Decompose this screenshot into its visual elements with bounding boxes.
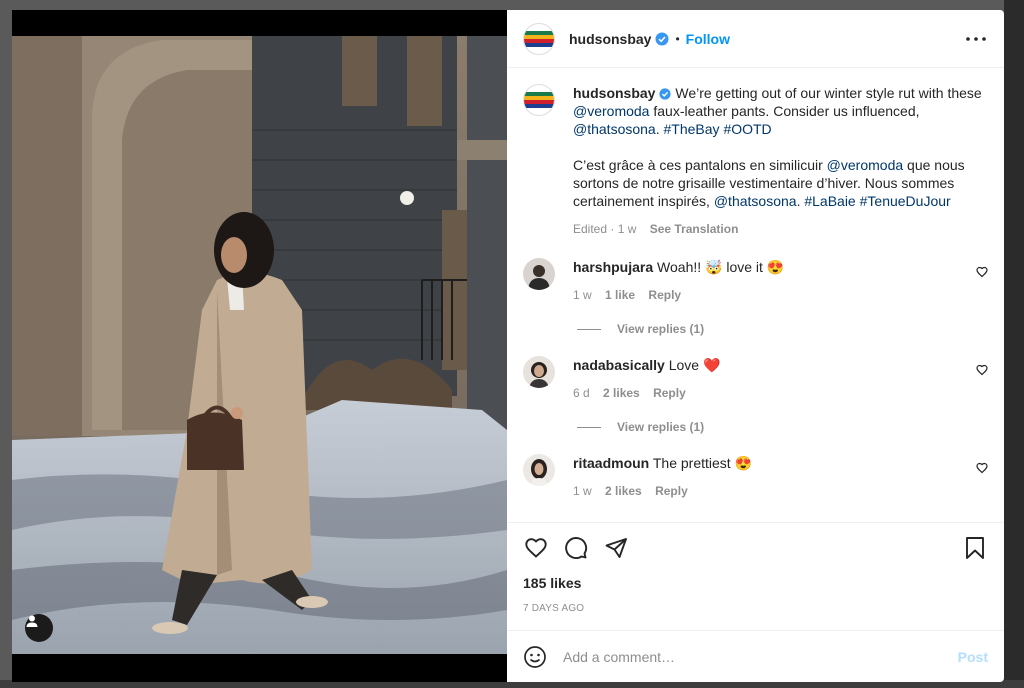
mention-link[interactable]: @thatsosona bbox=[714, 193, 797, 209]
view-replies-button[interactable]: View replies (1) bbox=[577, 420, 988, 434]
comment: ritaadmoun The prettiest 😍 1 w 2 likes R… bbox=[523, 454, 988, 500]
mention-link[interactable]: @veromoda bbox=[827, 157, 903, 173]
mention-link[interactable]: @thatsosona bbox=[573, 121, 656, 137]
reply-button[interactable]: Reply bbox=[653, 386, 686, 400]
user-icon bbox=[26, 615, 38, 627]
comment-content: harshpujara Woah!! 🤯 love it 😍 1 w 1 lik… bbox=[573, 258, 988, 304]
post-timestamp: 7 DAYS AGO bbox=[523, 603, 585, 614]
follow-button[interactable]: Follow bbox=[686, 31, 730, 47]
caption-avatar[interactable] bbox=[523, 84, 555, 116]
post-actions: 185 likes 7 DAYS AGO bbox=[507, 522, 1004, 630]
post-photo[interactable] bbox=[12, 10, 507, 682]
comment-button[interactable] bbox=[563, 535, 589, 561]
reply-button[interactable]: Reply bbox=[655, 484, 688, 498]
caption-content: hudsonsbay We’re getting out of our wint… bbox=[573, 84, 988, 238]
edited-time: Edited · 1 w bbox=[573, 222, 637, 236]
comment-meta: 6 d 2 likes Reply bbox=[573, 384, 988, 402]
more-horizontal-icon bbox=[966, 36, 986, 41]
comment-username[interactable]: nadabasically bbox=[573, 357, 665, 373]
tagged-users-button[interactable] bbox=[25, 614, 53, 642]
comment-username[interactable]: harshpujara bbox=[573, 259, 653, 275]
comment-username[interactable]: ritaadmoun bbox=[573, 455, 649, 471]
comment-input[interactable] bbox=[561, 647, 958, 666]
caption-text: . bbox=[655, 121, 664, 137]
comments-scroll-area[interactable]: hudsonsbay We’re getting out of our wint… bbox=[507, 68, 1004, 522]
comment-text: Love ❤️ bbox=[664, 357, 721, 373]
commenter-avatar[interactable] bbox=[523, 258, 555, 290]
add-comment-bar: Post bbox=[507, 630, 1004, 682]
post-details-panel: hudsonsbay • Follow hudsonsbay We’re get… bbox=[507, 10, 1004, 682]
header-separator: • bbox=[675, 31, 680, 46]
caption-text: C’est grâce à ces pantalons en similicui… bbox=[573, 157, 827, 173]
caption-text: faux-leather pants. Consider us influenc… bbox=[649, 103, 920, 119]
view-replies-label: View replies (1) bbox=[617, 322, 705, 336]
mention-link[interactable]: @veromoda bbox=[573, 103, 649, 119]
comment-time: 6 d bbox=[573, 386, 590, 400]
comment-like-heart-icon[interactable] bbox=[976, 266, 988, 278]
caption-paragraph-french: C’est grâce à ces pantalons en similicui… bbox=[573, 156, 988, 210]
see-translation-button[interactable]: See Translation bbox=[650, 222, 739, 236]
comment-meta: 1 w 1 like Reply bbox=[573, 286, 988, 304]
avatar-image bbox=[528, 265, 550, 290]
comment: nadabasically Love ❤️ 6 d 2 likes Reply bbox=[523, 356, 988, 402]
bookmark-icon bbox=[966, 537, 984, 559]
background-page bbox=[1004, 0, 1024, 688]
send-icon bbox=[605, 538, 627, 558]
header-username[interactable]: hudsonsbay bbox=[569, 31, 651, 47]
caption-meta: Edited · 1 w See Translation bbox=[573, 220, 988, 238]
verified-icon bbox=[659, 88, 672, 100]
avatar-image bbox=[530, 459, 548, 486]
post-header: hudsonsbay • Follow bbox=[507, 10, 1004, 68]
comment-text: The prettiest 😍 bbox=[649, 455, 753, 471]
hashtag-link[interactable]: #TheBay bbox=[664, 121, 720, 137]
comment: harshpujara Woah!! 🤯 love it 😍 1 w 1 lik… bbox=[523, 258, 988, 304]
action-icons bbox=[523, 535, 988, 561]
heart-icon bbox=[525, 538, 547, 558]
view-replies-button[interactable]: View replies (1) bbox=[577, 322, 988, 336]
verified-icon bbox=[655, 32, 669, 45]
reply-button[interactable]: Reply bbox=[648, 288, 681, 302]
likes-count[interactable]: 185 likes bbox=[523, 575, 988, 591]
comment-content: ritaadmoun The prettiest 😍 1 w 2 likes R… bbox=[573, 454, 988, 500]
commenter-avatar[interactable] bbox=[523, 356, 555, 388]
replies-divider-line bbox=[577, 328, 601, 330]
share-button[interactable] bbox=[603, 535, 629, 561]
post-comment-button[interactable]: Post bbox=[958, 649, 988, 665]
view-replies-label: View replies (1) bbox=[617, 420, 705, 434]
comment-likes[interactable]: 2 likes bbox=[605, 484, 642, 498]
caption-paragraph-english: hudsonsbay We’re getting out of our wint… bbox=[573, 84, 988, 138]
save-button[interactable] bbox=[962, 535, 988, 561]
comment-likes[interactable]: 2 likes bbox=[603, 386, 640, 400]
comment-text: Woah!! 🤯 love it 😍 bbox=[653, 259, 785, 275]
comment-time: 1 w bbox=[573, 288, 592, 302]
comment-likes[interactable]: 1 like bbox=[605, 288, 635, 302]
comment-like-heart-icon[interactable] bbox=[976, 462, 988, 474]
hashtag-link[interactable]: #LaBaie bbox=[804, 193, 855, 209]
post-modal: hudsonsbay • Follow hudsonsbay We’re get… bbox=[12, 10, 1004, 682]
like-button[interactable] bbox=[523, 535, 549, 561]
hudsonsbay-avatar[interactable] bbox=[523, 22, 555, 55]
hashtag-link[interactable]: #TenueDuJour bbox=[860, 193, 951, 209]
avatar-image bbox=[529, 362, 549, 388]
caption: hudsonsbay We’re getting out of our wint… bbox=[523, 84, 988, 238]
more-options-button[interactable] bbox=[964, 27, 988, 51]
comment-content: nadabasically Love ❤️ 6 d 2 likes Reply bbox=[573, 356, 988, 402]
comment-icon bbox=[565, 537, 588, 559]
caption-text: We’re getting out of our winter style ru… bbox=[671, 85, 982, 101]
emoji-icon[interactable] bbox=[523, 645, 547, 669]
caption-username[interactable]: hudsonsbay bbox=[573, 85, 655, 101]
replies-divider-line bbox=[577, 426, 601, 428]
comment-like-heart-icon[interactable] bbox=[976, 364, 988, 376]
photo-illustration bbox=[12, 36, 507, 654]
commenter-avatar[interactable] bbox=[523, 454, 555, 486]
comment-time: 1 w bbox=[573, 484, 592, 498]
comment-meta: 1 w 2 likes Reply bbox=[573, 482, 988, 500]
hashtag-link[interactable]: #OOTD bbox=[723, 121, 771, 137]
